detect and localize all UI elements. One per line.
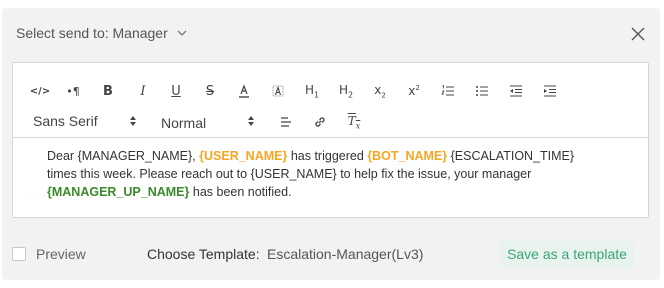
font-family-select[interactable]: Sans Serif bbox=[33, 111, 138, 131]
superscript-icon: x2 bbox=[408, 84, 420, 98]
clear-formatting-icon: Tx bbox=[347, 113, 361, 131]
outdent-icon bbox=[510, 85, 522, 97]
send-dialog: Select send to: Manager </> •¶ B I U S H… bbox=[2, 8, 660, 280]
preview-toggle[interactable]: Preview bbox=[12, 246, 86, 262]
code-view-button[interactable]: </> bbox=[28, 79, 52, 103]
token-manager-up-name: {MANAGER_UP_NAME} bbox=[47, 185, 190, 199]
chevron-down-icon bbox=[176, 27, 188, 39]
heading-1-icon: H1 bbox=[304, 82, 320, 100]
font-size-value: Normal bbox=[161, 115, 207, 131]
clear-formatting-button[interactable]: Tx bbox=[342, 110, 366, 134]
font-color-button[interactable] bbox=[232, 79, 256, 103]
send-to-label: Select send to: Manager bbox=[16, 25, 168, 41]
underline-button[interactable]: U bbox=[164, 79, 188, 103]
subscript-button[interactable]: x2 bbox=[368, 79, 392, 103]
background-color-button[interactable] bbox=[266, 79, 290, 103]
align-button[interactable] bbox=[274, 110, 298, 134]
body-text: has been notified. bbox=[189, 185, 292, 199]
code-icon: </> bbox=[29, 85, 51, 97]
close-button[interactable] bbox=[630, 26, 646, 42]
paragraph-icon: •¶ bbox=[66, 84, 80, 98]
subscript-icon: x2 bbox=[374, 82, 386, 100]
close-icon bbox=[631, 27, 645, 41]
message-body[interactable]: Dear {MANAGER_NAME}, {USER_NAME} has tri… bbox=[47, 147, 607, 201]
outdent-button[interactable] bbox=[504, 79, 528, 103]
bold-icon: B bbox=[103, 83, 113, 99]
preview-checkbox[interactable] bbox=[12, 247, 26, 261]
font-color-icon bbox=[239, 84, 249, 98]
body-text: Dear {MANAGER_NAME}, bbox=[47, 149, 200, 163]
send-to-select[interactable]: Select send to: Manager bbox=[16, 25, 188, 41]
token-user-name: {USER_NAME} bbox=[199, 149, 288, 163]
heading-2-icon: H2 bbox=[338, 82, 354, 100]
bold-button[interactable]: B bbox=[96, 79, 120, 103]
strikethrough-icon: S bbox=[205, 83, 215, 99]
paragraph-button[interactable]: •¶ bbox=[61, 79, 85, 103]
save-template-button[interactable]: Save as a template bbox=[500, 240, 634, 268]
editor-toolbar: </> •¶ B I U S H1 H2 x2 x2 Sans Serif No… bbox=[13, 63, 648, 138]
underline-icon: U bbox=[171, 83, 181, 99]
body-text: has triggered bbox=[287, 149, 368, 163]
template-select[interactable]: Escalation-Manager(Lv3) bbox=[267, 246, 423, 262]
up-down-arrows-icon bbox=[248, 116, 254, 126]
link-icon bbox=[315, 117, 325, 127]
link-button[interactable] bbox=[308, 110, 332, 134]
heading-2-button[interactable]: H2 bbox=[334, 79, 358, 103]
dialog-footer: Preview Choose Template: Escalation-Mana… bbox=[2, 238, 660, 270]
font-size-select[interactable]: Normal bbox=[161, 113, 257, 133]
indent-icon bbox=[544, 85, 556, 97]
preview-label: Preview bbox=[36, 246, 86, 262]
template-label: Choose Template: bbox=[147, 246, 260, 262]
token-bot-name: {BOT_NAME} bbox=[367, 149, 448, 163]
bullet-list-icon bbox=[476, 86, 488, 96]
bullet-list-button[interactable] bbox=[470, 79, 494, 103]
heading-1-button[interactable]: H1 bbox=[300, 79, 324, 103]
indent-button[interactable] bbox=[538, 79, 562, 103]
italic-icon: I bbox=[140, 83, 146, 99]
italic-button[interactable]: I bbox=[131, 79, 155, 103]
font-family-value: Sans Serif bbox=[33, 113, 98, 129]
dialog-header: Select send to: Manager bbox=[2, 8, 660, 62]
strikethrough-button[interactable]: S bbox=[198, 79, 222, 103]
align-icon bbox=[281, 117, 291, 127]
up-down-arrows-icon bbox=[130, 116, 136, 126]
background-color-icon bbox=[272, 85, 284, 97]
rich-text-editor[interactable]: </> •¶ B I U S H1 H2 x2 x2 Sans Serif No… bbox=[12, 62, 649, 218]
superscript-button[interactable]: x2 bbox=[402, 79, 426, 103]
ordered-list-icon bbox=[441, 84, 454, 96]
ordered-list-button[interactable] bbox=[436, 79, 460, 103]
